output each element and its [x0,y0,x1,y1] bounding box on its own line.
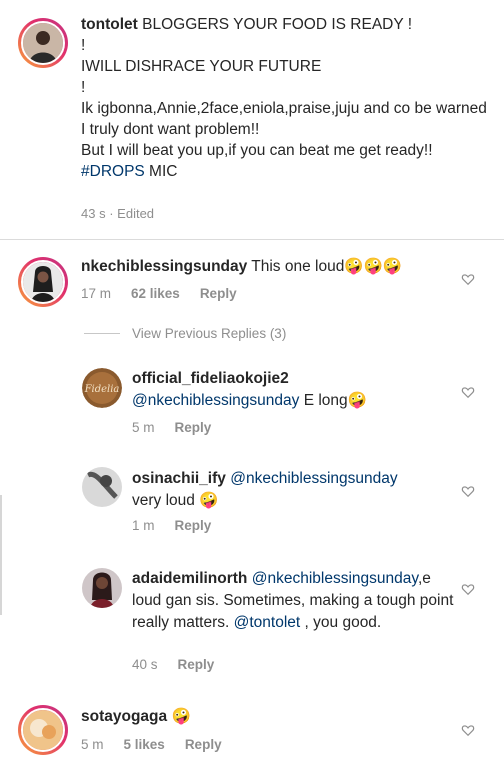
reply-button[interactable]: Reply [175,518,212,533]
caption-line: ! [81,79,86,96]
avatar-photo-icon [23,23,63,63]
replier-avatar[interactable]: Fidelia [82,368,122,408]
reply-body: , you good. [300,614,382,631]
avatar-photo-icon [23,262,63,302]
reply-text: adaidemilinorth @nkechiblessingsunday,e … [132,568,462,634]
caption-line: IWILL DISHRACE YOUR FUTURE [81,58,322,75]
scrollbar[interactable] [0,495,2,615]
mention-link[interactable]: @nkechiblessingsunday [132,392,299,409]
caption-time: 43 s [81,206,106,221]
reply-time: 1 m [132,518,155,533]
post-caption: tontolet BLOGGERS YOUR FOOD IS READY ! !… [0,0,504,240]
heart-outline-icon[interactable] [461,582,475,596]
commenter-avatar[interactable] [18,705,68,755]
avatar-photo-icon [82,467,122,507]
divider-line [84,333,120,334]
hashtag-link[interactable]: #DROPS [81,163,145,180]
comment-time: 5 m [81,737,104,752]
view-previous-label[interactable]: View Previous Replies (3) [132,326,286,341]
avatar-photo-icon [82,568,122,608]
caption-line: BLOGGERS YOUR FOOD IS READY ! [142,16,413,33]
comment-body: 🤪 [167,708,191,725]
edited-label: Edited [117,206,155,221]
reply-time: 40 s [132,657,158,672]
commenter-avatar[interactable] [18,257,68,307]
comment-text: nkechiblessingsunday This one loud🤪🤪🤪 [81,256,461,278]
avatar-logo-icon: Fidelia [82,368,122,408]
caption-line: But I will beat you up,if you can beat m… [81,142,433,159]
reply-meta: 1 m Reply [132,518,231,533]
view-previous-replies[interactable]: View Previous Replies (3) [84,326,286,341]
mention-link[interactable]: @nkechiblessingsunday [230,470,397,487]
heart-outline-icon[interactable] [461,272,475,286]
reply-button[interactable]: Reply [178,657,215,672]
reply-body: very loud 🤪 [132,492,219,509]
comment-username[interactable]: sotayogaga [81,708,167,725]
reply: osinachii_ify @nkechiblessingsunday very… [0,460,504,550]
heart-outline-icon[interactable] [461,723,475,737]
caption-line: ! [81,37,86,54]
reply-button[interactable]: Reply [200,286,237,301]
reply-username[interactable]: osinachii_ify [132,470,226,487]
comment: sotayogaga 🤪 5 m 5 likes Reply [0,697,504,760]
reply-username[interactable]: official_fideliaokojie2 [132,370,289,387]
separator: · [109,206,114,221]
comment-text: sotayogaga 🤪 [81,706,461,728]
reply-time: 5 m [132,420,155,435]
reply-text: osinachii_ify @nkechiblessingsunday very… [132,468,462,512]
mention-link[interactable]: @nkechiblessingsunday [252,570,418,587]
comment-meta: 17 m 62 likes Reply [81,286,257,301]
heart-outline-icon[interactable] [461,385,475,399]
reply-meta: 40 s Reply [132,657,234,672]
reply-button[interactable]: Reply [175,420,212,435]
svg-text:Fidelia: Fidelia [84,384,120,395]
replier-avatar[interactable] [82,467,122,507]
caption-line: Ik igbonna,Annie,2face,eniola,praise,juj… [81,100,487,138]
reply-button[interactable]: Reply [185,737,222,752]
replier-avatar[interactable] [82,568,122,608]
comment-time: 17 m [81,286,112,301]
mention-link[interactable]: @tontolet [234,614,301,631]
comment-body: This one loud🤪🤪🤪 [247,258,403,275]
caption-tail: MIC [144,163,178,180]
reply-username[interactable]: adaidemilinorth [132,570,247,587]
likes-count[interactable]: 5 likes [124,737,165,752]
reply: Fidelia official_fideliaokojie2 @nkechib… [0,360,504,450]
reply: adaidemilinorth @nkechiblessingsunday,e … [0,560,504,690]
caption-text: tontolet BLOGGERS YOUR FOOD IS READY ! !… [81,14,491,182]
reply-meta: 5 m Reply [132,420,231,435]
avatar-photo-icon [23,710,63,750]
caption-avatar[interactable] [18,18,68,68]
reply-body: E long🤪 [299,392,367,409]
likes-count[interactable]: 62 likes [131,286,180,301]
comment-username[interactable]: nkechiblessingsunday [81,258,247,275]
caption-username[interactable]: tontolet [81,16,138,33]
reply-text: official_fideliaokojie2 @nkechiblessings… [132,368,462,412]
comment-meta: 5 m 5 likes Reply [81,737,242,752]
comment: nkechiblessingsunday This one loud🤪🤪🤪 17… [0,240,504,320]
heart-outline-icon[interactable] [461,484,475,498]
caption-meta: 43 s · Edited [81,206,154,221]
